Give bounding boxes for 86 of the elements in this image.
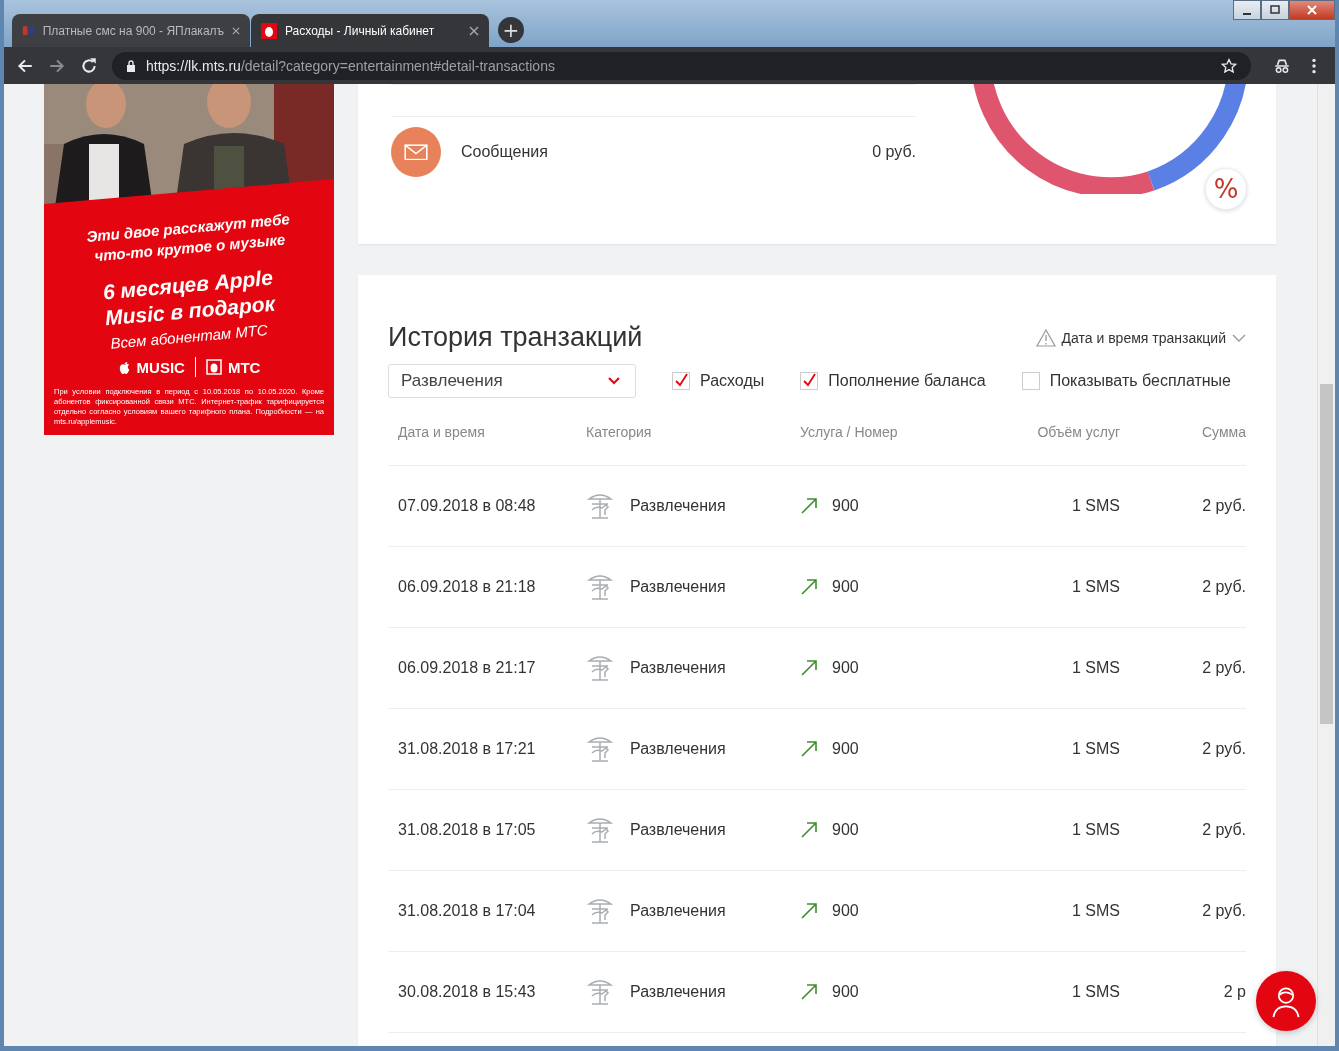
scrollbar-thumb[interactable] xyxy=(1320,384,1333,724)
egg-logo-icon xyxy=(261,22,277,39)
outgoing-arrow-icon xyxy=(800,659,818,677)
outgoing-arrow-icon xyxy=(800,983,818,1001)
apple-logo-icon xyxy=(117,359,131,375)
music-brand: MUSIC xyxy=(136,358,185,376)
chevron-icon xyxy=(607,376,621,386)
close-icon[interactable] xyxy=(469,25,479,36)
checkbox[interactable] xyxy=(800,372,819,390)
number-cell: 900 xyxy=(832,983,859,1001)
outgoing-arrow-icon xyxy=(800,902,818,920)
category-cell: Развлечения xyxy=(630,497,726,515)
minimize-button[interactable] xyxy=(1233,0,1261,20)
date-cell-text: 30.08.2018 в 15:43 xyxy=(398,983,537,1001)
ad-banner[interactable] xyxy=(44,84,334,435)
sum-cell-text: 2 руб. xyxy=(1201,740,1246,758)
sum-cell-text: 2 руб. xyxy=(1201,497,1246,515)
address-bar[interactable]: https://lk.mts.ru/detail?category=entertainment#detail-transactions xyxy=(112,51,1251,80)
minimize-icon xyxy=(1243,13,1251,15)
outgoing-arrow-icon xyxy=(800,740,818,758)
number-cell: 900 xyxy=(832,578,859,596)
chevron-icon xyxy=(1232,332,1246,343)
new-tab-button[interactable]: + xyxy=(498,17,524,43)
category-select[interactable]: Развлечения xyxy=(388,364,636,398)
column-header: Дата и время xyxy=(398,424,486,440)
date-cell-text: 31.08.2018 в 17:21 xyxy=(398,740,537,758)
filter-checkbox[interactable]: Расходы xyxy=(672,372,765,390)
volume-cell-text: 1 SMS xyxy=(1071,740,1120,758)
filter-checkbox[interactable]: Пополнение баланса xyxy=(800,372,986,390)
reload-icon[interactable] xyxy=(80,56,98,75)
checkbox[interactable] xyxy=(1021,372,1040,390)
filter-checkbox[interactable]: Показывать бесплатные xyxy=(1021,372,1231,390)
sum-cell-text: 2 руб. xyxy=(1201,902,1246,920)
star-icon[interactable] xyxy=(1221,57,1237,74)
category-cell: Развлечения xyxy=(630,659,726,677)
chat-button[interactable] xyxy=(1256,971,1316,1031)
volume-cell-text: 1 SMS xyxy=(1071,902,1120,920)
outgoing-arrow-icon xyxy=(800,497,818,515)
volume-cell-text: 1 SMS xyxy=(1071,578,1120,596)
volume-cell-text: 1 SMS xyxy=(1071,497,1120,515)
date-cell-text: 31.08.2018 в 17:05 xyxy=(398,821,537,839)
volume-cell-text: 1 SMS xyxy=(1071,821,1120,839)
column-header: Услуга / Номер xyxy=(800,424,899,440)
close-icon xyxy=(1307,5,1317,15)
category-cell: Развлечения xyxy=(630,983,726,1001)
category-name: Сообщения xyxy=(461,143,549,161)
browser-tab[interactable]: Платные смс на 900 - ЯПлакалъ xyxy=(12,14,250,47)
sum-cell-text: 2 руб. xyxy=(1201,659,1246,677)
close-icon[interactable] xyxy=(232,25,240,36)
column-header: Сумма xyxy=(1201,424,1246,440)
date-cell-text: 06.09.2018 в 21:17 xyxy=(398,659,537,677)
number-cell: 900 xyxy=(832,497,859,515)
warning-icon xyxy=(1035,328,1056,347)
date-cell-text: 06.09.2018 в 21:18 xyxy=(398,578,537,596)
number-cell: 900 xyxy=(832,902,859,920)
close-button[interactable] xyxy=(1289,0,1335,20)
date-cell-text: 31.08.2018 в 17:04 xyxy=(398,902,537,920)
sum-cell-text: 2 р xyxy=(1222,983,1246,1001)
browser-tab[interactable]: Расходы - Личный кабинет xyxy=(251,14,489,47)
lock-icon xyxy=(126,59,136,72)
number-cell: 900 xyxy=(832,659,859,677)
date-cell-text: 07.09.2018 в 08:48 xyxy=(398,497,537,515)
number-cell: 900 xyxy=(832,740,859,758)
column-header: Объём услуг xyxy=(1036,424,1120,440)
category-cell: Развлечения xyxy=(630,902,726,920)
volume-cell-text: 1 SMS xyxy=(1071,983,1120,1001)
sort-dropdown[interactable]: Дата и время транзакций xyxy=(1035,328,1246,347)
sum-cell-text: 2 руб. xyxy=(1201,821,1246,839)
percent-button[interactable]: % xyxy=(1205,168,1247,210)
sum-cell-text: 2 руб. xyxy=(1201,578,1246,596)
operator-brand: МТС xyxy=(227,358,261,376)
section-title: История транзакций xyxy=(388,322,643,353)
egg-logo-icon xyxy=(205,359,222,375)
outgoing-arrow-icon xyxy=(800,578,818,596)
checkbox[interactable] xyxy=(672,372,690,390)
outgoing-arrow-icon xyxy=(800,821,818,839)
category-cell: Развлечения xyxy=(630,578,726,596)
category-cell: Развлечения xyxy=(630,740,726,758)
ad-headline: Эти двое расскажут тебе что-то крутое о музыке xyxy=(84,209,292,267)
maximize-icon xyxy=(1270,5,1280,15)
category-cell: Развлечения xyxy=(630,821,726,839)
volume-cell-text: 1 SMS xyxy=(1071,659,1120,677)
column-header: Категория xyxy=(586,424,653,440)
category-amount: 0 руб. xyxy=(872,143,916,161)
number-cell: 900 xyxy=(832,821,859,839)
maximize-button[interactable] xyxy=(1261,0,1289,20)
